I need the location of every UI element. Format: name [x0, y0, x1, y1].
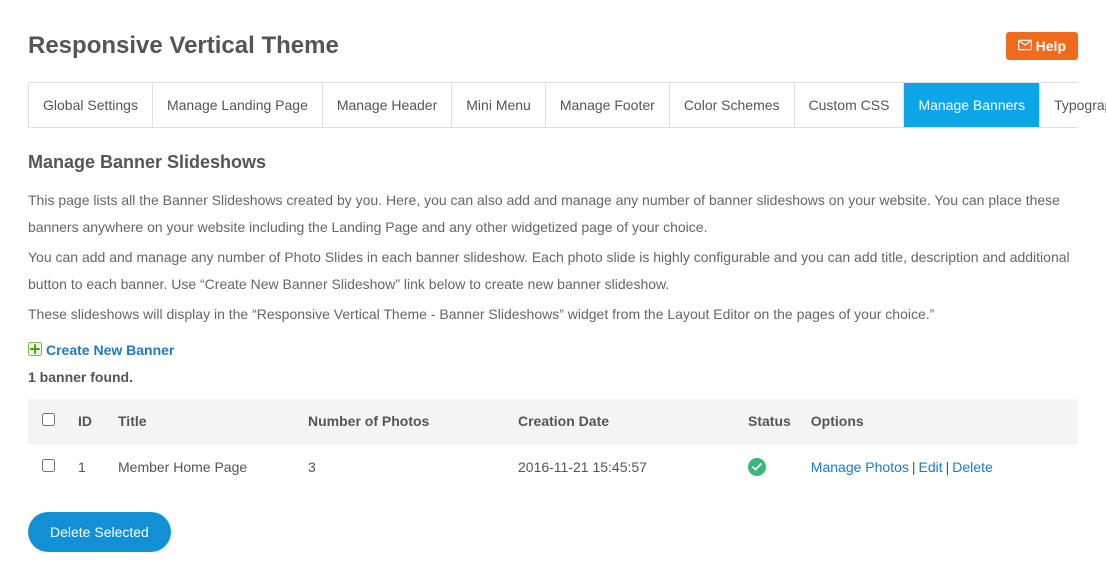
col-header-options: Options	[801, 399, 1078, 444]
tab-global-settings[interactable]: Global Settings	[29, 83, 153, 127]
section-title: Manage Banner Slideshows	[28, 152, 1078, 173]
plus-icon	[28, 342, 42, 359]
tab-typography[interactable]: Typography	[1040, 83, 1106, 127]
table-row: 1 Member Home Page 3 2016-11-21 15:45:57…	[28, 443, 1078, 490]
tab-manage-footer[interactable]: Manage Footer	[546, 83, 670, 127]
separator: |	[946, 459, 950, 475]
col-header-photos: Number of Photos	[298, 399, 508, 444]
tab-mini-menu[interactable]: Mini Menu	[452, 83, 546, 127]
edit-link[interactable]: Edit	[919, 459, 943, 475]
banners-table: ID Title Number of Photos Creation Date …	[28, 399, 1078, 490]
help-button[interactable]: Help	[1006, 32, 1078, 60]
delete-selected-button[interactable]: Delete Selected	[28, 512, 171, 552]
select-all-checkbox[interactable]	[42, 413, 55, 426]
col-header-date: Creation Date	[508, 399, 738, 444]
separator: |	[912, 459, 916, 475]
tab-manage-landing-page[interactable]: Manage Landing Page	[153, 83, 323, 127]
row-photos: 3	[298, 443, 508, 490]
row-id: 1	[68, 443, 108, 490]
row-checkbox[interactable]	[42, 459, 55, 472]
create-new-banner-link[interactable]: Create New Banner	[46, 342, 174, 358]
section-desc-2: You can add and manage any number of Pho…	[28, 244, 1078, 297]
section-desc-1: This page lists all the Banner Slideshow…	[28, 187, 1078, 240]
section-desc-3: These slideshows will display in the “Re…	[28, 301, 1078, 328]
row-date: 2016-11-21 15:45:57	[508, 443, 738, 490]
tabs: Global Settings Manage Landing Page Mana…	[28, 82, 1078, 128]
found-count: 1 banner found.	[28, 369, 1078, 385]
check-circle-icon	[748, 458, 766, 476]
manage-photos-link[interactable]: Manage Photos	[811, 459, 909, 475]
tab-custom-css[interactable]: Custom CSS	[795, 83, 905, 127]
page-title: Responsive Vertical Theme	[28, 32, 339, 60]
col-header-status: Status	[738, 399, 801, 444]
tab-manage-banners[interactable]: Manage Banners	[904, 83, 1040, 127]
help-button-label: Help	[1036, 38, 1066, 54]
row-title: Member Home Page	[108, 443, 298, 490]
mail-icon	[1018, 38, 1032, 54]
tab-manage-header[interactable]: Manage Header	[323, 83, 452, 127]
tab-color-schemes[interactable]: Color Schemes	[670, 83, 795, 127]
col-header-id: ID	[68, 399, 108, 444]
col-header-title: Title	[108, 399, 298, 444]
delete-link[interactable]: Delete	[952, 459, 992, 475]
